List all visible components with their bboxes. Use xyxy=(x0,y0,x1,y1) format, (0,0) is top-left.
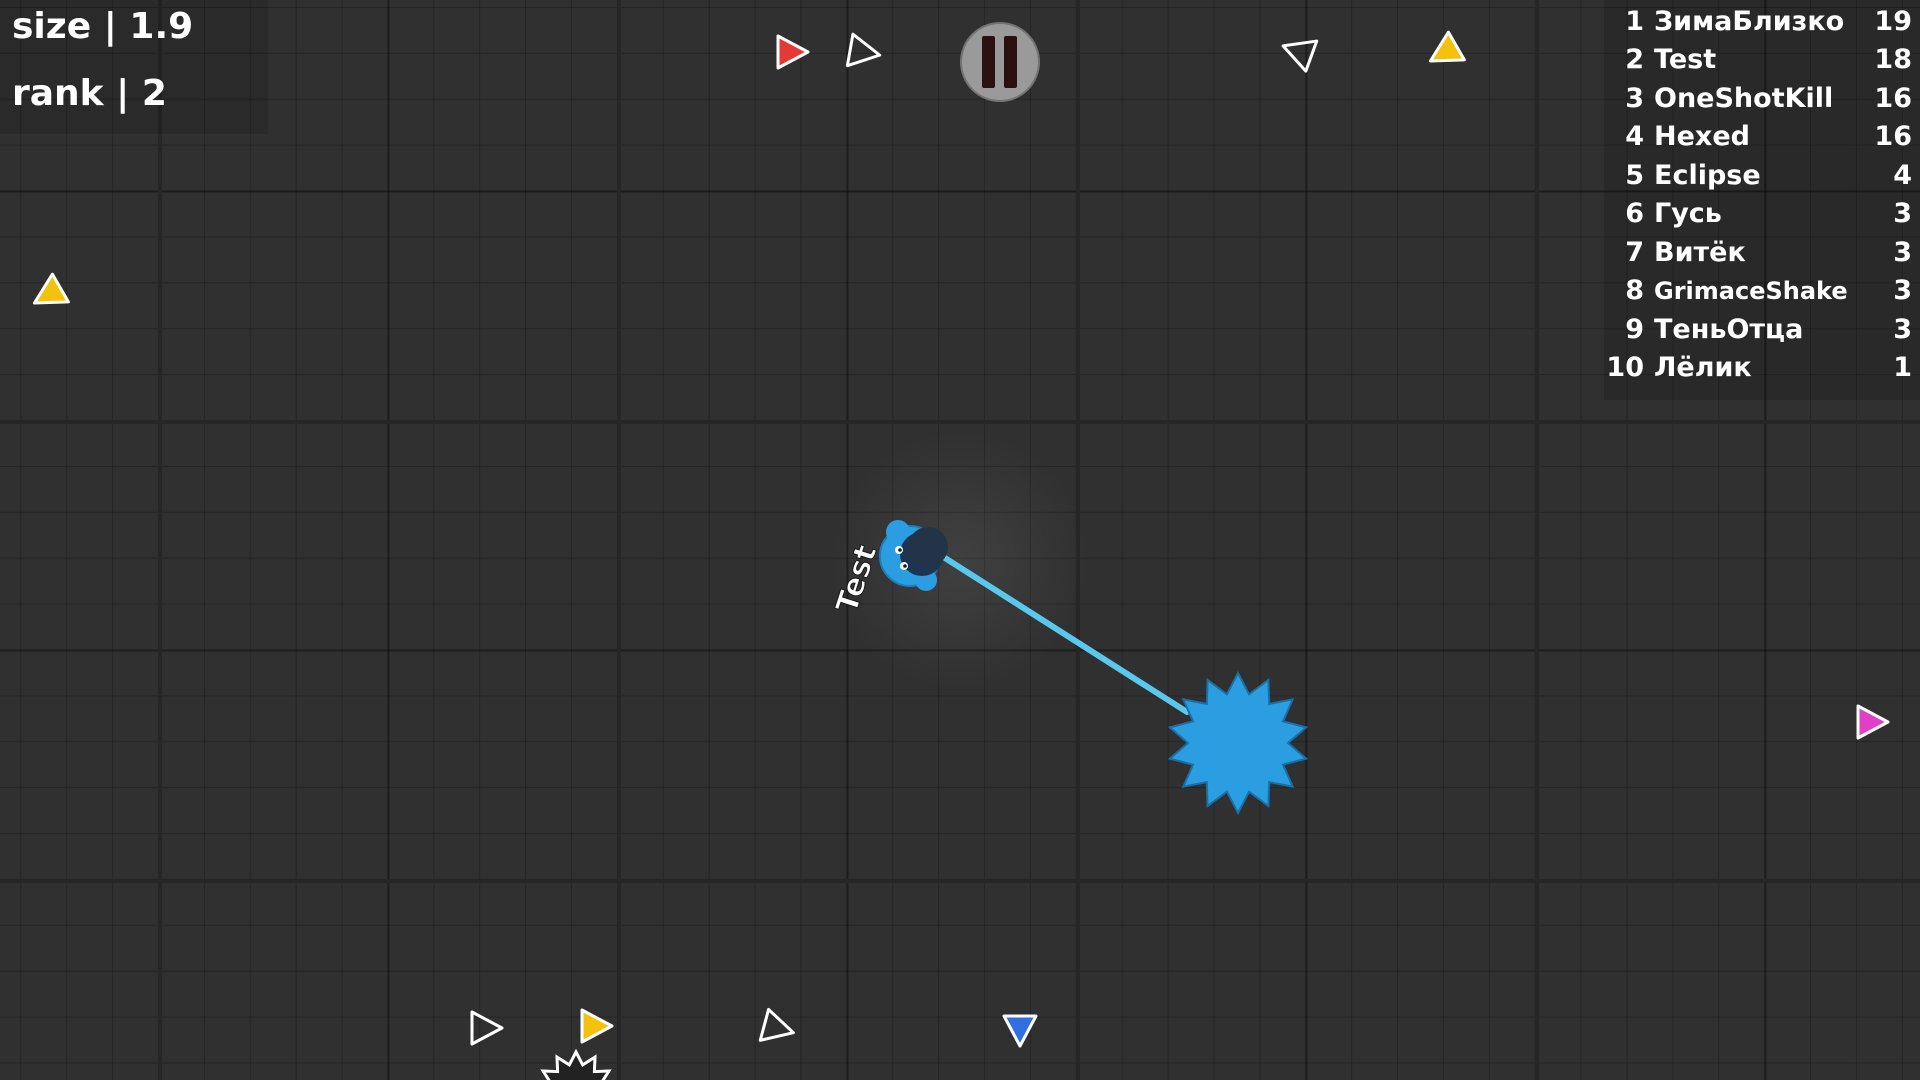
leaderboard-name: Лёлик xyxy=(1654,352,1752,383)
offscreen-player-arrow-icon xyxy=(1002,1014,1038,1048)
leaderboard-row: 5 Eclipse 4 xyxy=(1604,160,1920,198)
leaderboard-name: Test xyxy=(1654,44,1717,75)
leaderboard-score: 1 xyxy=(1893,352,1912,383)
spiked-mace-icon xyxy=(1167,670,1309,816)
offscreen-player-arrow-icon xyxy=(1856,704,1890,740)
rank-value: 2 xyxy=(141,73,167,114)
leaderboard-name: Витёк xyxy=(1654,237,1746,268)
enemy-spiked-mace-icon xyxy=(540,1048,612,1080)
player-stats-panel: size | 1.9 rank | 2 xyxy=(0,0,268,134)
leaderboard-score: 16 xyxy=(1874,83,1912,114)
leaderboard-rank: 10 xyxy=(1606,352,1644,383)
stat-separator: | xyxy=(103,6,117,47)
leaderboard-row: 9 ТеньОтца 3 xyxy=(1604,314,1920,352)
stat-separator: | xyxy=(116,73,130,114)
leaderboard-rank: 4 xyxy=(1625,121,1644,152)
rank-readout: rank | 2 xyxy=(12,73,167,114)
leaderboard-row: 2 Test 18 xyxy=(1604,44,1920,82)
leaderboard-score: 3 xyxy=(1893,314,1912,345)
leaderboard-score: 3 xyxy=(1893,198,1912,229)
leaderboard-score: 3 xyxy=(1893,275,1912,306)
offscreen-player-arrow-icon xyxy=(1428,30,1466,63)
leaderboard-score: 19 xyxy=(1874,6,1912,37)
leaderboard-rank: 9 xyxy=(1625,314,1644,345)
offscreen-player-arrow-icon xyxy=(776,34,810,70)
leaderboard-row: 7 Витёк 3 xyxy=(1604,237,1920,275)
leaderboard-rank: 8 xyxy=(1625,275,1644,306)
leaderboard-row: 3 OneShotKill 16 xyxy=(1604,83,1920,121)
pause-button[interactable] xyxy=(960,22,1040,102)
leaderboard-score: 4 xyxy=(1893,160,1912,191)
leaderboard-rank: 7 xyxy=(1625,237,1644,268)
leaderboard-name: Гусь xyxy=(1654,198,1722,229)
leaderboard-score: 18 xyxy=(1874,44,1912,75)
leaderboard-row: 4 Hexed 16 xyxy=(1604,121,1920,159)
leaderboard-score: 16 xyxy=(1874,121,1912,152)
leaderboard-name: ТеньОтца xyxy=(1654,314,1804,345)
leaderboard-name: Hexed xyxy=(1654,121,1750,152)
pause-icon xyxy=(1004,36,1017,88)
offscreen-player-arrow-icon xyxy=(758,1007,795,1042)
leaderboard-row: 1 ЗимаБлизко 19 xyxy=(1604,6,1920,44)
leaderboard-name: GrimaceShake xyxy=(1654,277,1848,305)
leaderboard-rank: 6 xyxy=(1625,198,1644,229)
size-value: 1.9 xyxy=(129,6,194,47)
leaderboard-row: 10 Лёлик 1 xyxy=(1604,352,1920,390)
offscreen-player-arrow-icon xyxy=(32,272,70,305)
rank-label: rank xyxy=(12,73,104,114)
pause-icon xyxy=(982,36,995,88)
leaderboard-rank: 3 xyxy=(1625,83,1644,114)
offscreen-player-arrow-icon xyxy=(580,1008,614,1044)
leaderboard: 1 ЗимаБлизко 19 2 Test 18 3 OneShotKill … xyxy=(1604,0,1920,400)
leaderboard-row: 6 Гусь 3 xyxy=(1604,198,1920,236)
leaderboard-rank: 2 xyxy=(1625,44,1644,75)
game-canvas[interactable]: Test size | 1.9 rank | 2 1 ЗимаБлизко 19… xyxy=(0,0,1920,1080)
size-readout: size | 1.9 xyxy=(12,6,193,47)
size-label: size xyxy=(12,6,92,47)
leaderboard-row: 8 GrimaceShake 3 xyxy=(1604,275,1920,313)
leaderboard-rank: 1 xyxy=(1625,6,1644,37)
leaderboard-name: OneShotKill xyxy=(1654,83,1834,114)
offscreen-player-arrow-icon xyxy=(470,1010,504,1046)
leaderboard-rank: 5 xyxy=(1625,160,1644,191)
offscreen-player-arrow-icon xyxy=(845,32,882,68)
leaderboard-score: 3 xyxy=(1893,237,1912,268)
leaderboard-name: Eclipse xyxy=(1654,160,1761,191)
offscreen-player-arrow-icon xyxy=(1281,39,1319,73)
leaderboard-name: ЗимаБлизко xyxy=(1654,6,1845,37)
